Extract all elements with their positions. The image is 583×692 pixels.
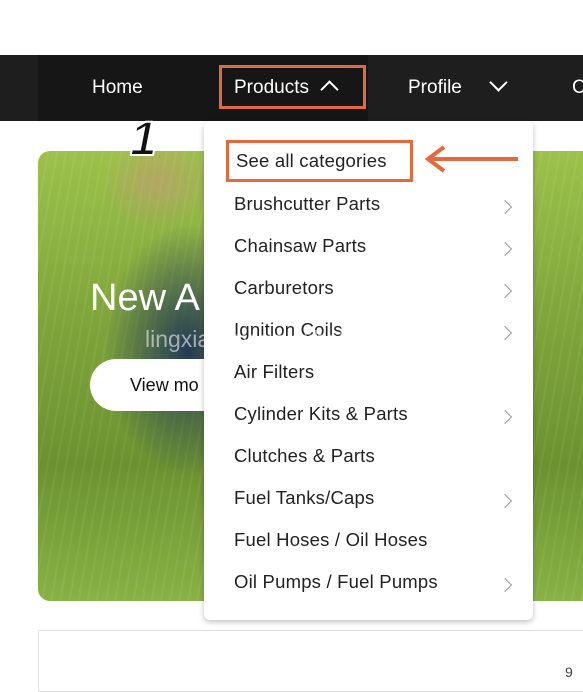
menu-item-oil-pumps[interactable]: Oil Pumps / Fuel Pumps: [234, 571, 438, 593]
nav-profile[interactable]: Profile: [408, 55, 508, 121]
step-number-annotation: 1: [129, 112, 158, 167]
arrow-left-annotation-icon: [424, 145, 518, 173]
menu-item-clutches[interactable]: Clutches & Parts: [234, 445, 375, 467]
menu-item-air-filters[interactable]: Air Filters: [234, 361, 314, 383]
products-dropdown-menu: See all categories Brushcutter Parts Cha…: [204, 121, 533, 620]
menu-item-fuel-tanks[interactable]: Fuel Tanks/Caps: [234, 487, 374, 509]
nav-products-label: Products: [234, 77, 309, 98]
hero-title: New A: [90, 277, 200, 319]
main-navbar: Home Products Profile C: [0, 55, 583, 121]
chevron-down-icon: [489, 73, 508, 92]
nav-profile-label: Profile: [408, 77, 462, 98]
chevron-right-icon: [497, 241, 513, 257]
menu-item-chainsaw-parts[interactable]: Chainsaw Parts: [234, 235, 366, 257]
nav-more[interactable]: C: [572, 55, 583, 121]
content-card-text: 9: [565, 664, 573, 680]
menu-item-see-all-categories[interactable]: See all categories: [226, 140, 413, 182]
chevron-right-icon: [497, 199, 513, 215]
chevron-up-icon: [320, 80, 339, 99]
content-card: [38, 630, 583, 692]
chevron-right-icon: [497, 577, 513, 593]
chevron-right-icon: [497, 325, 513, 341]
menu-item-brushcutter-parts[interactable]: Brushcutter Parts: [234, 193, 380, 215]
nav-products[interactable]: Products: [219, 65, 366, 109]
top-whitespace: [0, 0, 583, 55]
menu-item-cylinder-kits[interactable]: Cylinder Kits & Parts: [234, 403, 408, 425]
watermark-text: lingxiaomy.en.alibaba.com: [145, 326, 415, 352]
chevron-right-icon: [497, 283, 513, 299]
menu-item-carburetors[interactable]: Carburetors: [234, 277, 334, 299]
chevron-right-icon: [497, 493, 513, 509]
chevron-right-icon: [497, 409, 513, 425]
menu-item-fuel-hoses[interactable]: Fuel Hoses / Oil Hoses: [234, 529, 428, 551]
